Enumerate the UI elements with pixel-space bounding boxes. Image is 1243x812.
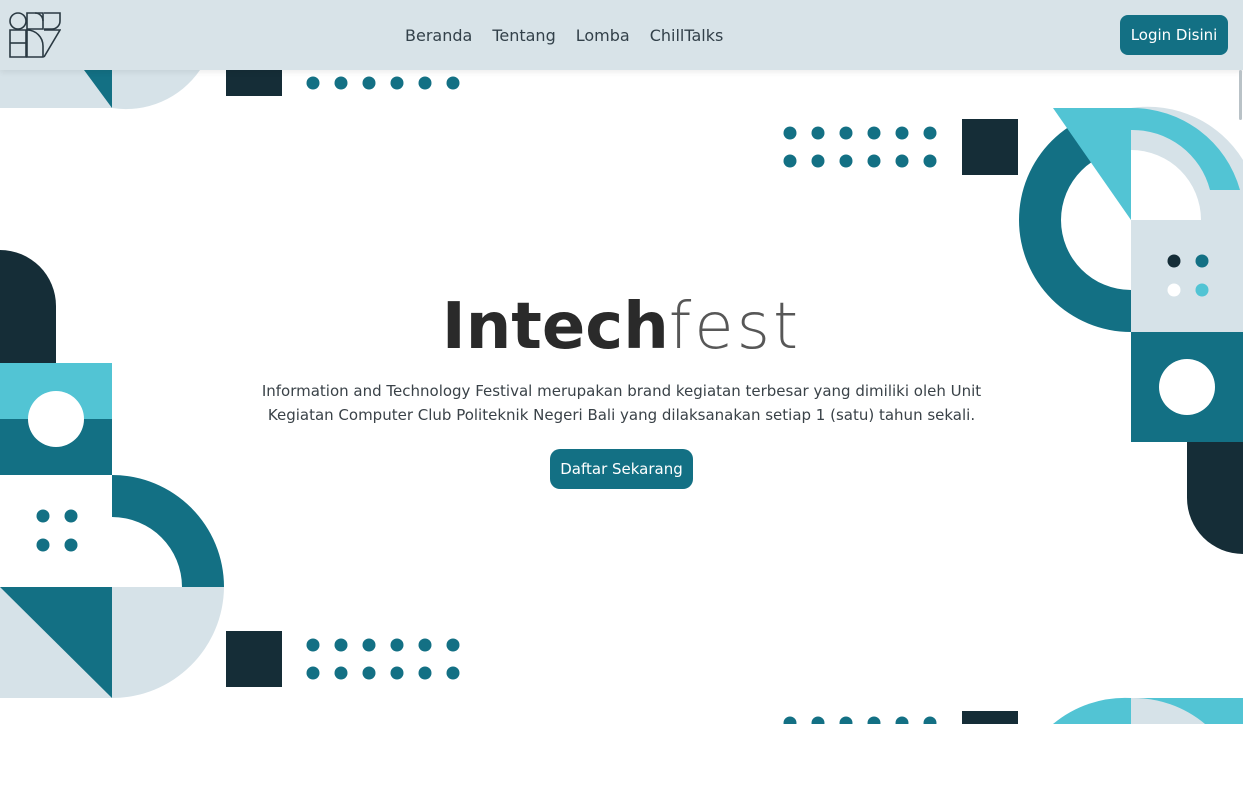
login-button[interactable]: Login Disini (1120, 15, 1228, 55)
nav-link-tentang[interactable]: Tentang (492, 22, 555, 49)
top-navbar: Beranda Tentang Lomba ChillTalks Login D… (0, 0, 1243, 70)
hero-title-light: fest (668, 290, 802, 364)
intechfest-logo-icon[interactable] (9, 12, 61, 58)
nav-link-chilltalks[interactable]: ChillTalks (650, 22, 724, 49)
hero-description: Information and Technology Festival meru… (261, 382, 982, 424)
hero-title: Intechfest (240, 290, 1003, 364)
hero-title-bold: Intech (441, 290, 669, 364)
nav-link-lomba[interactable]: Lomba (576, 22, 630, 49)
hero-section: Intechfest Information and Technology Fe… (240, 290, 1003, 489)
nav-link-beranda[interactable]: Beranda (405, 22, 472, 49)
register-now-button[interactable]: Daftar Sekarang (550, 449, 693, 489)
main-nav: Beranda Tentang Lomba ChillTalks (405, 0, 723, 70)
page-scrollbar[interactable] (1239, 70, 1242, 120)
